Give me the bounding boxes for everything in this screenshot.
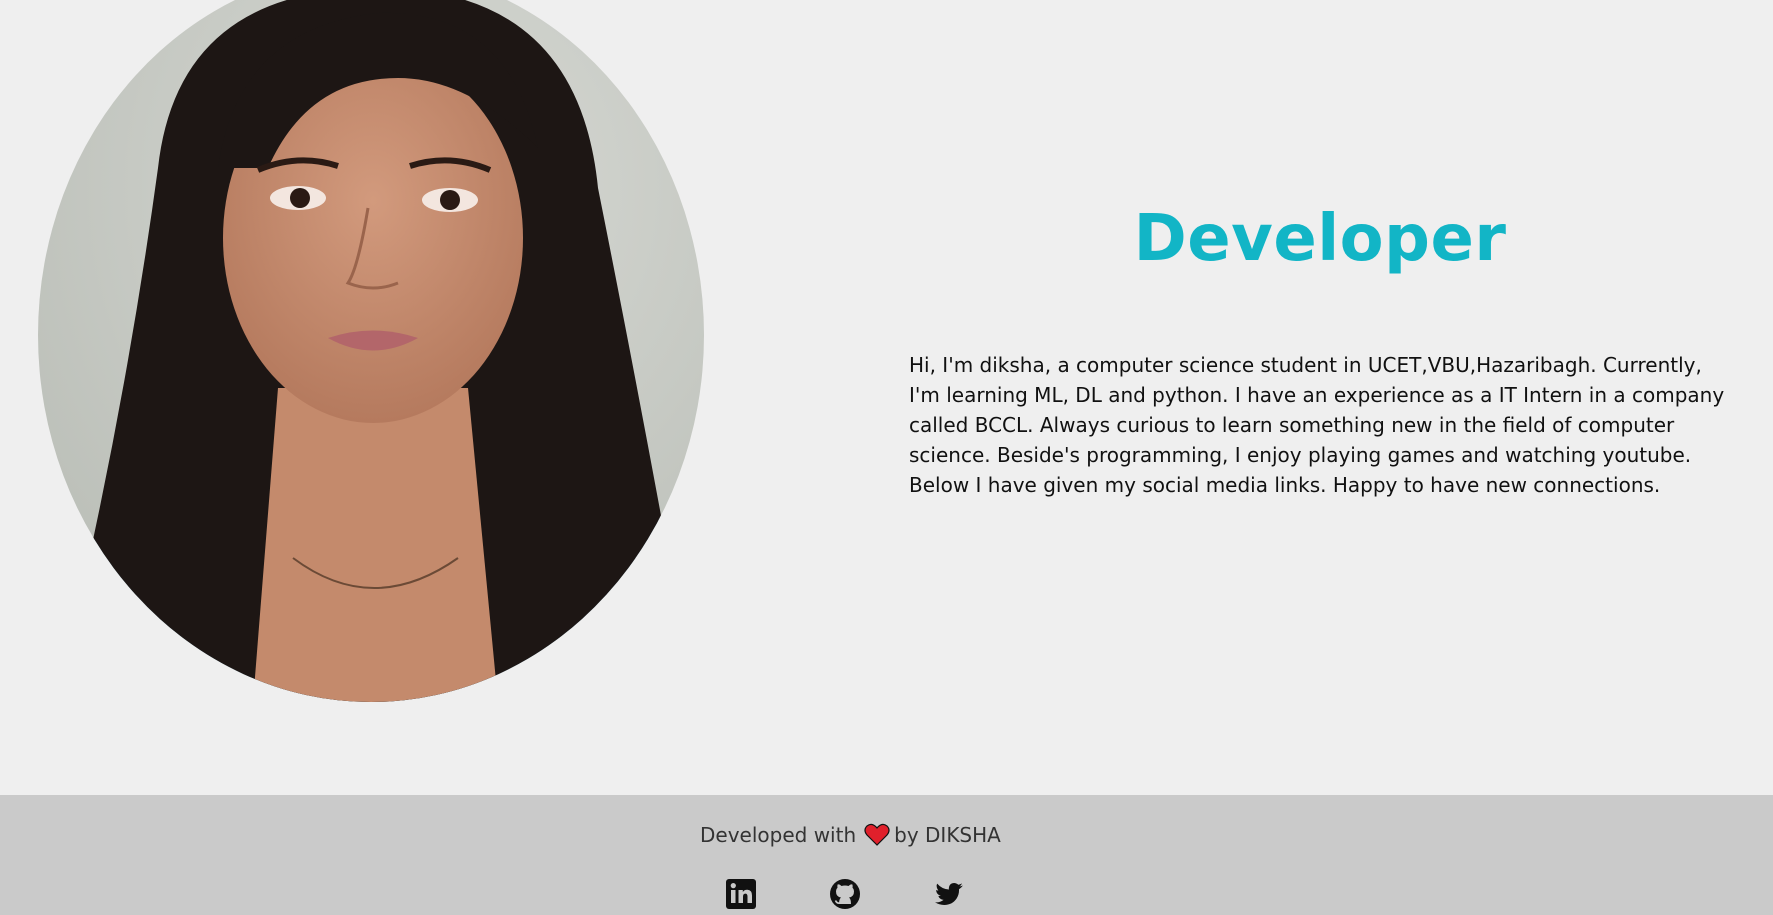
credit-prefix: Developed with — [700, 823, 857, 847]
profile-photo — [38, 0, 704, 702]
profile-photo-image — [38, 0, 704, 702]
page-title: Developer — [1133, 202, 1507, 276]
github-link[interactable] — [828, 877, 862, 911]
heart-icon — [864, 823, 890, 847]
twitter-link[interactable] — [932, 877, 966, 911]
social-links — [724, 877, 1036, 911]
linkedin-icon — [726, 879, 756, 909]
credit-line: Developed with by DIKSHA — [700, 823, 1001, 847]
footer: Developed with by DIKSHA — [0, 795, 1773, 915]
github-icon — [830, 879, 860, 909]
bio-text: Hi, I'm diksha, a computer science stude… — [909, 353, 1725, 497]
credit-suffix: by DIKSHA — [894, 823, 1001, 847]
twitter-icon — [935, 883, 963, 905]
linkedin-link[interactable] — [724, 877, 758, 911]
hero-section: Developer Hi, I'm diksha, a computer sci… — [0, 0, 1773, 795]
